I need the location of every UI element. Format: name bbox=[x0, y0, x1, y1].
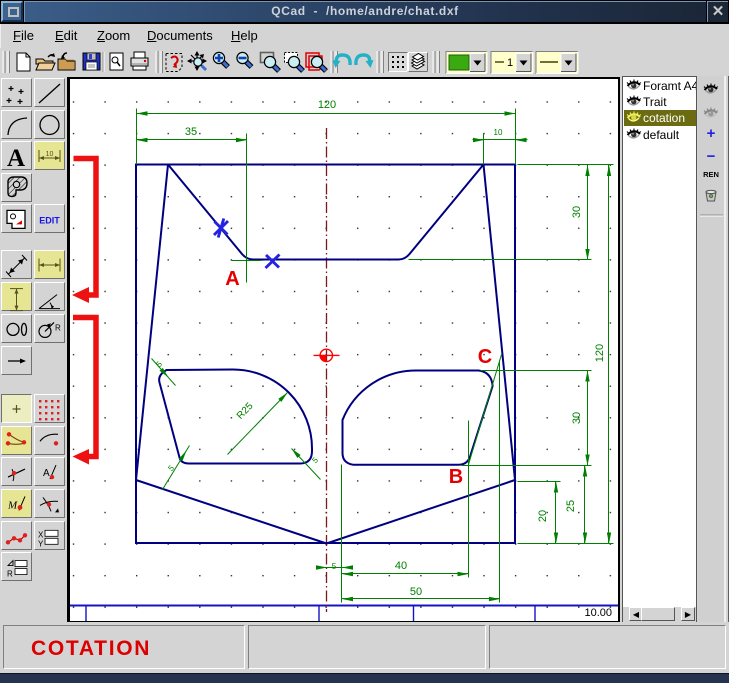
svg-text:R: R bbox=[55, 323, 61, 332]
svg-text:R: R bbox=[7, 570, 13, 579]
svg-text:30: 30 bbox=[571, 412, 583, 424]
svg-text:A: A bbox=[43, 468, 50, 479]
svg-text:40: 40 bbox=[395, 560, 407, 572]
svg-text:25: 25 bbox=[565, 500, 577, 512]
svg-text:10.00: 10.00 bbox=[584, 607, 612, 619]
svg-text:20: 20 bbox=[537, 510, 549, 522]
svg-text:120: 120 bbox=[594, 344, 606, 362]
svg-text:5: 5 bbox=[332, 562, 337, 571]
svg-text:C: C bbox=[478, 346, 492, 368]
svg-text:10: 10 bbox=[494, 128, 503, 137]
svg-text:A: A bbox=[225, 268, 239, 290]
svg-text:B: B bbox=[449, 466, 463, 488]
svg-text:X: X bbox=[38, 530, 44, 539]
svg-text:1: 1 bbox=[507, 57, 513, 69]
svg-text:Y: Y bbox=[38, 539, 44, 548]
svg-text:120: 120 bbox=[318, 99, 336, 111]
svg-text:M: M bbox=[7, 499, 18, 511]
svg-text:EDIT: EDIT bbox=[39, 215, 60, 225]
svg-text:35: 35 bbox=[185, 126, 197, 138]
svg-text:10: 10 bbox=[46, 151, 54, 158]
svg-text:30: 30 bbox=[571, 206, 583, 218]
svg-text:A: A bbox=[7, 145, 25, 172]
svg-text:50: 50 bbox=[410, 586, 422, 598]
